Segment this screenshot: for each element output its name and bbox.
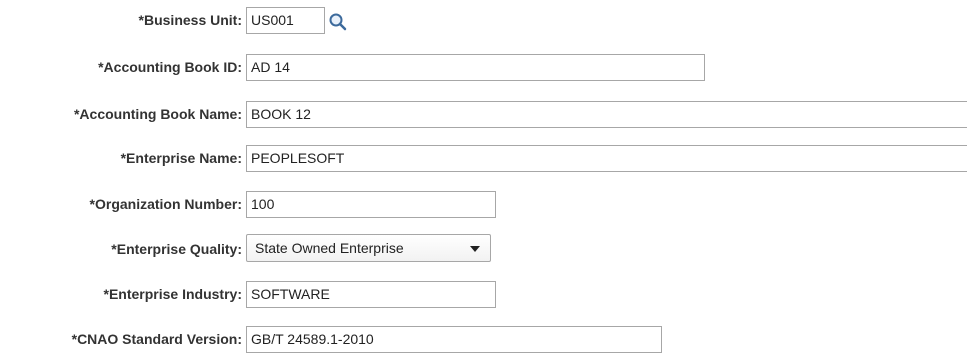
cnao-standard-version-label: *CNAO Standard Version: xyxy=(71,331,242,347)
organization-number-row: *Organization Number: xyxy=(0,191,242,217)
cnao-standard-version-input[interactable]: GB/T 24589.1-2010 xyxy=(246,326,662,353)
accounting-book-name-input[interactable]: BOOK 12 xyxy=(246,101,967,128)
business-unit-row: *Business Unit: xyxy=(0,7,242,33)
enterprise-quality-label: *Enterprise Quality: xyxy=(111,241,242,257)
magnifying-glass-icon[interactable] xyxy=(328,12,350,34)
enterprise-name-label: *Enterprise Name: xyxy=(120,150,242,166)
enterprise-name-row: *Enterprise Name: xyxy=(0,145,242,171)
enterprise-industry-row: *Enterprise Industry: xyxy=(0,281,242,307)
enterprise-quality-selected-value: State Owned Enterprise xyxy=(255,240,404,256)
enterprise-name-input[interactable]: PEOPLESOFT xyxy=(246,145,967,172)
enterprise-quality-select[interactable]: State Owned Enterprise xyxy=(246,234,491,262)
organization-number-label: *Organization Number: xyxy=(89,196,242,212)
accounting-book-id-row: *Accounting Book ID: xyxy=(0,54,242,80)
business-unit-label: *Business Unit: xyxy=(138,12,242,28)
enterprise-industry-input[interactable]: SOFTWARE xyxy=(246,281,496,308)
chevron-down-icon[interactable] xyxy=(470,246,480,252)
enterprise-quality-row: *Enterprise Quality: xyxy=(0,236,242,262)
enterprise-industry-label: *Enterprise Industry: xyxy=(103,286,242,302)
accounting-book-name-row: *Accounting Book Name: xyxy=(0,101,242,127)
business-unit-input[interactable]: US001 xyxy=(246,7,325,34)
accounting-book-id-label: *Accounting Book ID: xyxy=(98,59,242,75)
organization-number-input[interactable]: 100 xyxy=(246,191,496,218)
accounting-book-id-input[interactable]: AD 14 xyxy=(246,54,705,81)
accounting-book-name-label: *Accounting Book Name: xyxy=(73,106,242,122)
cnao-standard-version-row: *CNAO Standard Version: xyxy=(0,326,242,352)
